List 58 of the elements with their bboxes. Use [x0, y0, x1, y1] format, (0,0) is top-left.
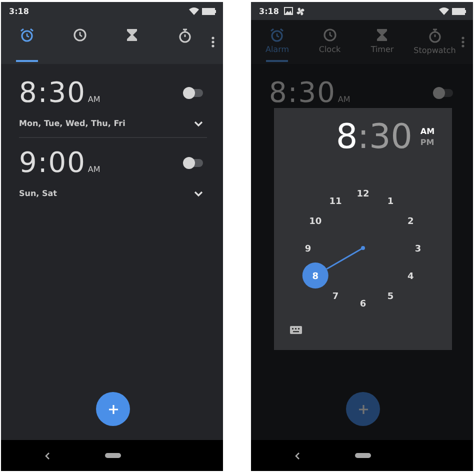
hour-display[interactable]: 8 [336, 120, 358, 154]
alarm-time[interactable]: 9:00 [19, 146, 86, 179]
battery-icon [452, 8, 466, 14]
hourglass-icon [126, 28, 138, 42]
alarm-toggle[interactable] [435, 88, 453, 96]
stopwatch-icon [178, 28, 192, 43]
home-button[interactable] [355, 453, 371, 458]
clock-icon [72, 28, 87, 42]
time-separator: : [358, 120, 370, 154]
chevron-down-icon[interactable] [194, 120, 203, 126]
dial-number[interactable]: 12 [356, 190, 370, 200]
alarm-time[interactable]: 8:30 [19, 76, 86, 109]
wifi-icon [189, 7, 199, 15]
dial-number[interactable]: 11 [329, 196, 342, 207]
clock-icon [322, 28, 337, 42]
dial-number[interactable]: 4 [408, 272, 414, 282]
alarm-toggle[interactable] [185, 88, 203, 96]
tab-indicator [266, 60, 288, 62]
dial-number[interactable]: 5 [387, 292, 394, 302]
alarm-toggle[interactable] [185, 158, 203, 166]
fan-icon [296, 6, 305, 16]
stopwatch-icon [428, 28, 442, 43]
alarm-period: AM [88, 165, 100, 174]
period-option[interactable]: AM [420, 127, 435, 136]
minute-display[interactable]: 30 [369, 120, 412, 154]
dial-number[interactable]: 1 [387, 196, 394, 207]
dial-number[interactable]: 9 [304, 244, 312, 254]
dial-number[interactable]: 10 [309, 217, 322, 227]
home-button[interactable] [105, 453, 121, 458]
alarm-clock-icon [20, 28, 34, 42]
image-icon [284, 7, 293, 15]
alarm-period: AM [338, 95, 350, 104]
alarm-clock-icon [270, 28, 284, 42]
back-icon[interactable] [45, 452, 50, 460]
wifi-icon [439, 7, 449, 15]
dial-number[interactable]: 7 [332, 292, 339, 302]
status-time: 3:18 [9, 6, 29, 16]
chevron-down-icon[interactable] [194, 190, 203, 196]
alarm-days: Sun, Sat [19, 189, 57, 198]
dial-number[interactable]: 3 [414, 244, 422, 254]
period-option[interactable]: PM [420, 138, 435, 147]
dial-number[interactable]: 8 [312, 272, 318, 282]
add-alarm-button[interactable] [96, 392, 130, 426]
plus-icon [108, 404, 118, 414]
alarm-period: AM [88, 95, 100, 104]
hourglass-icon [376, 28, 388, 42]
back-icon[interactable] [295, 452, 300, 460]
clock-hand [326, 246, 365, 270]
dial-number[interactable]: 2 [408, 217, 414, 227]
dial-number[interactable]: 6 [360, 300, 366, 310]
menu-icon[interactable] [211, 36, 215, 48]
plus-icon [358, 404, 368, 414]
tab-indicator [16, 60, 38, 62]
selected-hour-marker[interactable] [302, 262, 328, 288]
status-time: 3:18 [259, 6, 279, 16]
battery-icon [202, 8, 216, 14]
keyboard-icon[interactable] [290, 326, 302, 334]
alarm-days: Mon, Tue, Wed, Thu, Fri [19, 119, 126, 128]
